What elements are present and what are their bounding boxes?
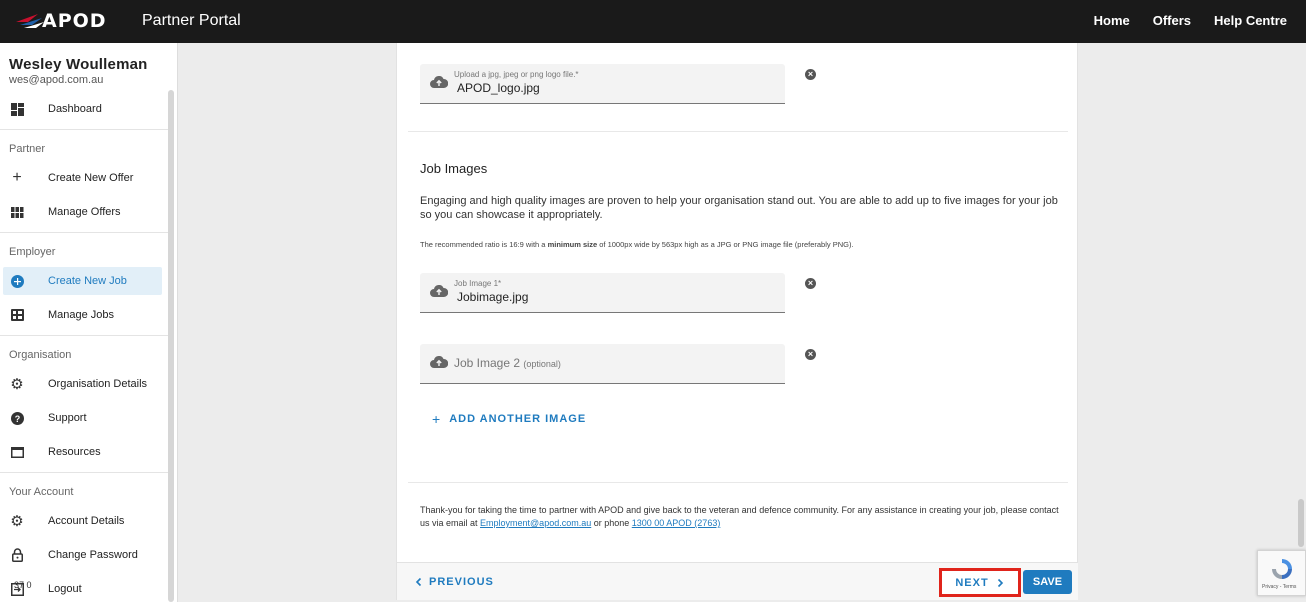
dashboard-icon <box>10 102 24 116</box>
sidebar-item-label: Dashboard <box>48 103 102 115</box>
form-footer: PREVIOUS NEXT SAVE <box>397 562 1078 600</box>
sidebar-item-resources[interactable]: Resources <box>3 438 162 466</box>
top-nav: Home Offers Help Centre <box>1071 13 1287 28</box>
field-label: Upload a jpg, jpeg or png logo file.* <box>454 70 579 79</box>
cloud-upload-icon <box>430 75 449 94</box>
save-button[interactable]: SAVE <box>1023 570 1072 594</box>
sidebar-scrollbar[interactable] <box>168 90 174 602</box>
logo-text: APOD <box>42 10 107 32</box>
user-name: Wesley Woulleman <box>9 56 148 73</box>
phone-link[interactable]: 1300 00 APOD (2763) <box>632 518 721 528</box>
sidebar: Wesley Woulleman wes@apod.com.au Dashboa… <box>0 43 178 602</box>
clear-image-1-icon[interactable]: × <box>805 278 816 289</box>
field-placeholder: Job Image 2 (optional) <box>454 356 561 370</box>
email-link[interactable]: Employment@apod.com.au <box>480 518 591 528</box>
chevron-left-icon <box>415 577 422 587</box>
job-images-description: Engaging and high quality images are pro… <box>420 195 1058 221</box>
sidebar-item-change-password[interactable]: Change Password <box>3 541 162 569</box>
user-email: wes@apod.com.au <box>9 74 104 86</box>
sidebar-item-label: Organisation Details <box>48 378 148 390</box>
sidebar-item-label: Account Details <box>48 515 125 527</box>
plus-icon: + <box>432 411 442 427</box>
overlay-stub-text: 37 0 <box>14 580 32 590</box>
section-label-account: Your Account <box>9 486 74 498</box>
clear-logo-icon[interactable]: × <box>805 69 816 80</box>
gear-icon: ⚙ <box>10 376 24 393</box>
nav-offers[interactable]: Offers <box>1153 13 1191 28</box>
sidebar-divider <box>0 232 168 233</box>
plus-icon: + <box>12 169 22 186</box>
chevron-right-icon <box>997 578 1003 587</box>
grid-icon <box>10 205 24 219</box>
section-divider <box>408 131 1068 132</box>
next-button[interactable]: NEXT <box>939 568 1021 597</box>
sidebar-item-manage-offers[interactable]: Manage Offers <box>3 198 162 226</box>
clear-image-2-icon[interactable]: × <box>805 349 816 360</box>
page-scrollbar[interactable] <box>1298 499 1304 547</box>
job-image-1-field[interactable]: Job Image 1* Jobimage.jpg <box>420 273 785 313</box>
top-bar: APOD Partner Portal Home Offers Help Cen… <box>0 0 1306 43</box>
section-divider <box>408 482 1068 483</box>
job-images-heading: Job Images <box>420 161 488 176</box>
recaptcha-badge[interactable]: Privacy - Terms <box>1257 550 1306 596</box>
image-size-note: The recommended ratio is 16:9 with a min… <box>420 240 854 249</box>
sidebar-divider <box>0 129 168 130</box>
apod-logo[interactable]: APOD <box>16 10 107 32</box>
lock-icon <box>10 548 24 562</box>
sidebar-item-manage-jobs[interactable]: Manage Jobs <box>3 301 162 329</box>
logo-upload-field[interactable]: Upload a jpg, jpeg or png logo file.* AP… <box>420 64 785 104</box>
sidebar-item-create-job[interactable]: Create New Job <box>3 267 162 295</box>
job-form-card: Upload a jpg, jpeg or png logo file.* AP… <box>396 43 1078 600</box>
window-icon <box>10 445 24 459</box>
sidebar-item-account-details[interactable]: ⚙ Account Details <box>3 507 162 535</box>
recaptcha-privacy-text: Privacy - Terms <box>1262 584 1297 590</box>
sidebar-item-label: Create New Job <box>48 275 127 287</box>
job-image-2-field[interactable]: Job Image 2 (optional) <box>420 344 785 384</box>
sidebar-divider <box>0 335 168 336</box>
field-value: APOD_logo.jpg <box>457 81 540 95</box>
svg-text:?: ? <box>14 414 20 424</box>
section-label-employer: Employer <box>9 246 56 258</box>
field-label: Job Image 1* <box>454 279 502 288</box>
nav-home[interactable]: Home <box>1094 13 1130 28</box>
section-label-partner: Partner <box>9 143 46 155</box>
sidebar-item-dashboard[interactable]: Dashboard <box>3 95 162 123</box>
sidebar-divider <box>0 472 168 473</box>
help-icon: ? <box>10 411 24 425</box>
sidebar-item-create-offer[interactable]: + Create New Offer <box>3 164 162 192</box>
sidebar-item-label: Support <box>48 412 87 424</box>
nav-help-centre[interactable]: Help Centre <box>1214 13 1287 28</box>
field-value: Jobimage.jpg <box>457 290 529 304</box>
sidebar-item-label: Logout <box>48 583 82 595</box>
cloud-upload-icon <box>430 355 449 374</box>
sidebar-item-label: Resources <box>48 446 101 458</box>
sidebar-item-label: Manage Jobs <box>48 309 115 321</box>
section-label-organisation: Organisation <box>9 349 72 361</box>
portal-title: Partner Portal <box>142 12 241 29</box>
sidebar-item-support[interactable]: ? Support <box>3 404 162 432</box>
sidebar-item-label: Manage Offers <box>48 206 121 218</box>
sidebar-item-label: Create New Offer <box>48 172 134 184</box>
add-circle-icon <box>10 274 24 288</box>
recaptcha-icon <box>1272 559 1292 579</box>
jobs-board-icon <box>10 308 24 322</box>
sidebar-item-organisation-details[interactable]: ⚙ Organisation Details <box>3 370 162 398</box>
gear-icon: ⚙ <box>10 513 24 530</box>
add-another-image-button[interactable]: + ADD ANOTHER IMAGE <box>432 411 586 427</box>
sidebar-item-label: Change Password <box>48 549 138 561</box>
contact-message: Thank-you for taking the time to partner… <box>420 505 1059 528</box>
previous-button[interactable]: PREVIOUS <box>414 576 494 588</box>
cloud-upload-icon <box>430 284 449 303</box>
